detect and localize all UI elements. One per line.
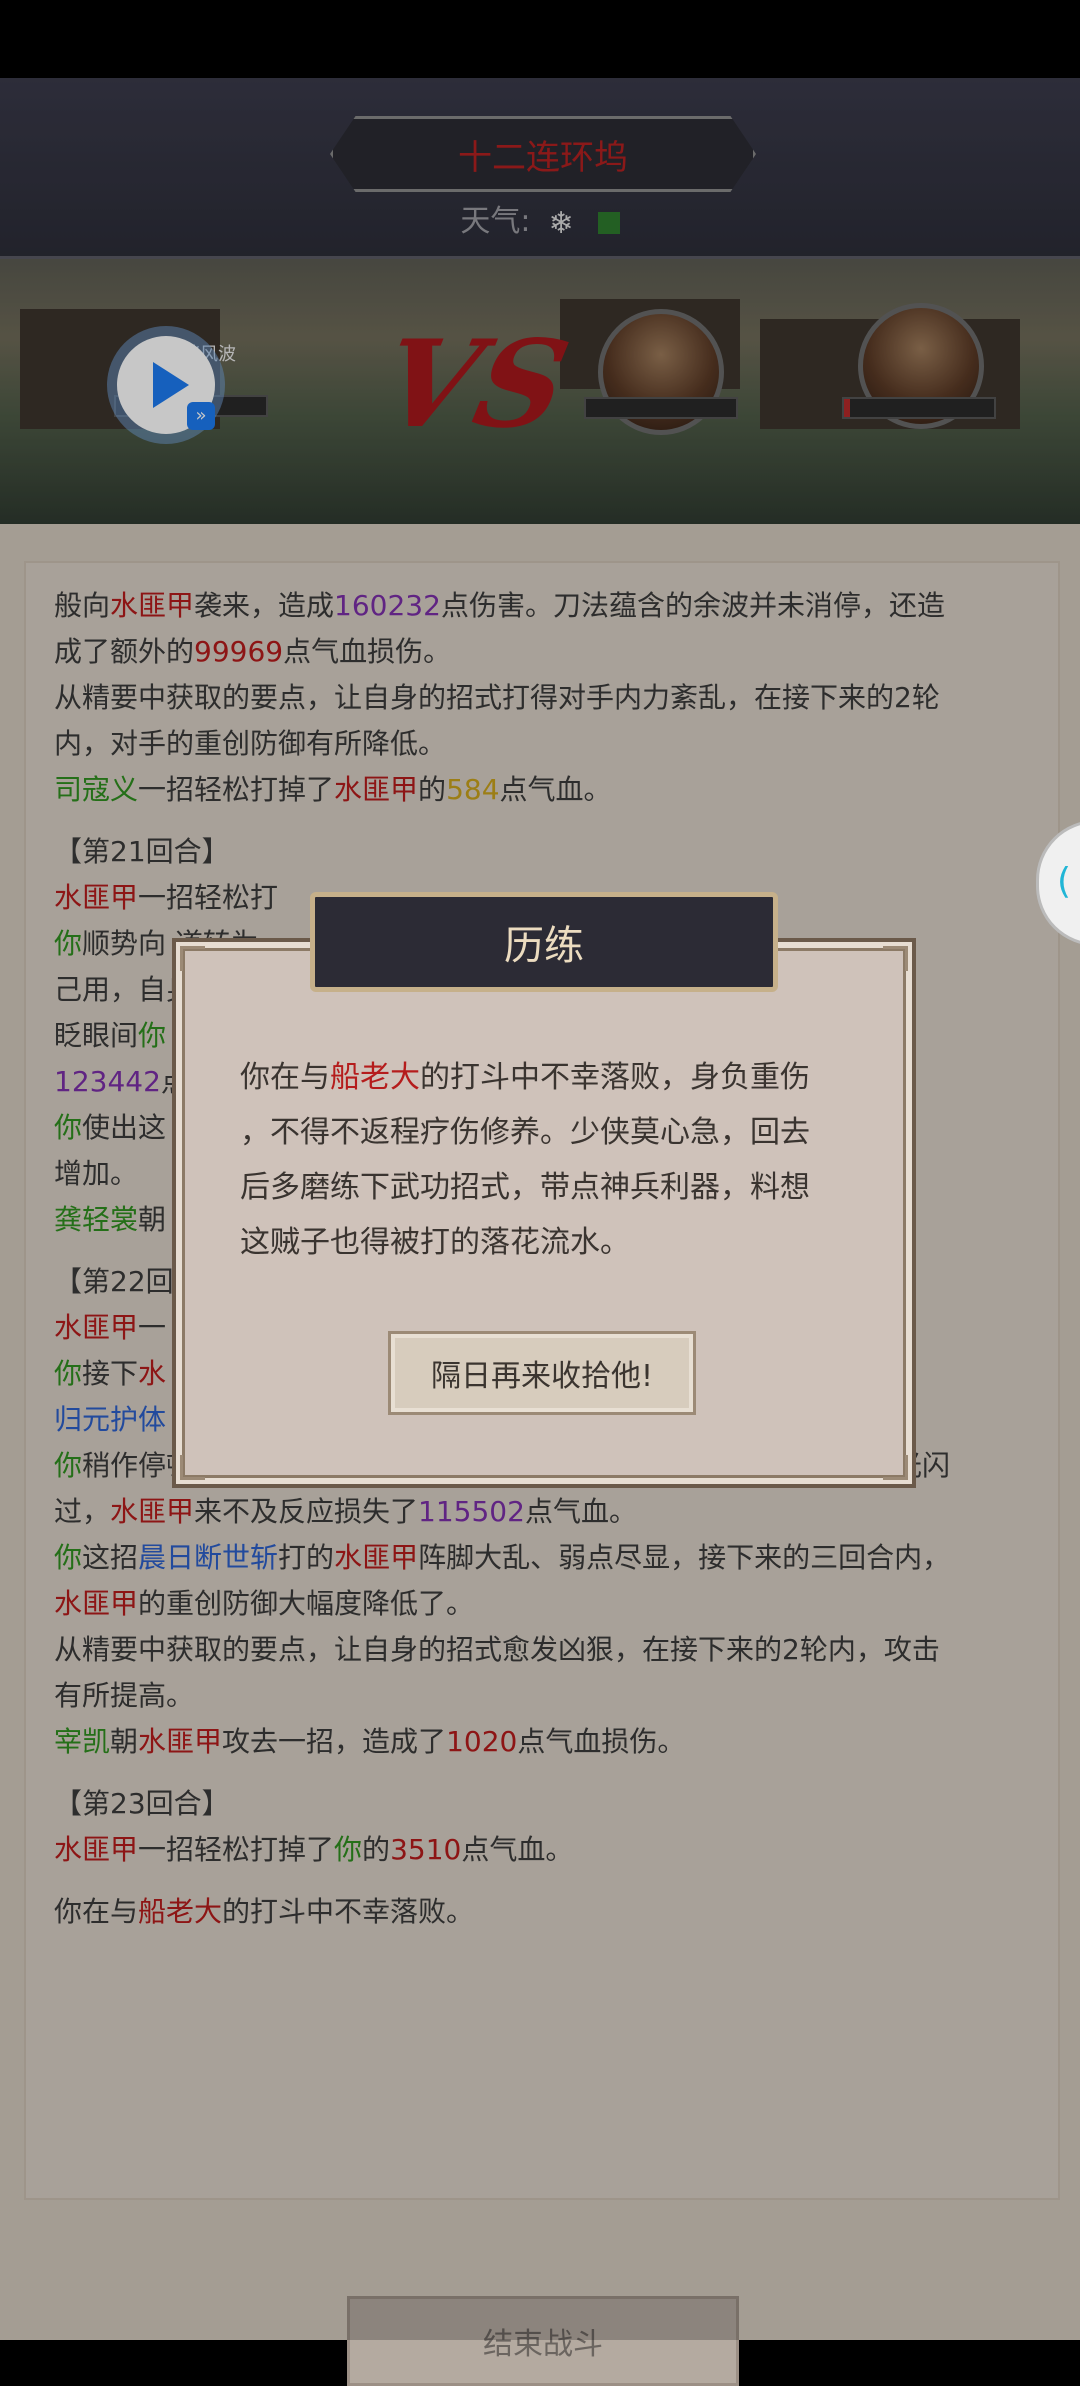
dialog-line-1: 你在与船老大的打斗中不幸落败，身负重伤 <box>240 1050 860 1105</box>
dialog-text: 的打斗中不幸落败，身负重伤 <box>420 1060 810 1095</box>
dialog-confirm-button[interactable]: 隔日再来收拾他! <box>388 1331 696 1415</box>
dialog-message: 你在与船老大的打斗中不幸落败，身负重伤 ，不得不返程疗伤修养。少侠莫心急，回去 … <box>240 1050 860 1270</box>
dialog-line-2: ，不得不返程疗伤修养。少侠莫心急，回去 <box>240 1115 810 1150</box>
status-bar <box>0 0 1080 78</box>
enemy-name: 船老大 <box>330 1060 420 1095</box>
dialog-title: 历练 <box>504 923 584 969</box>
dialog-title-plate: 历练 <box>310 892 778 992</box>
dialog-text: 你在与 <box>240 1060 330 1095</box>
dialog-line-3: 后多磨练下武功招式，带点神兵利器，料想 <box>240 1170 810 1205</box>
dialog-line-4: 这贼子也得被打的落花流水。 <box>240 1225 630 1260</box>
bracket-icon: ( <box>1057 861 1072 902</box>
